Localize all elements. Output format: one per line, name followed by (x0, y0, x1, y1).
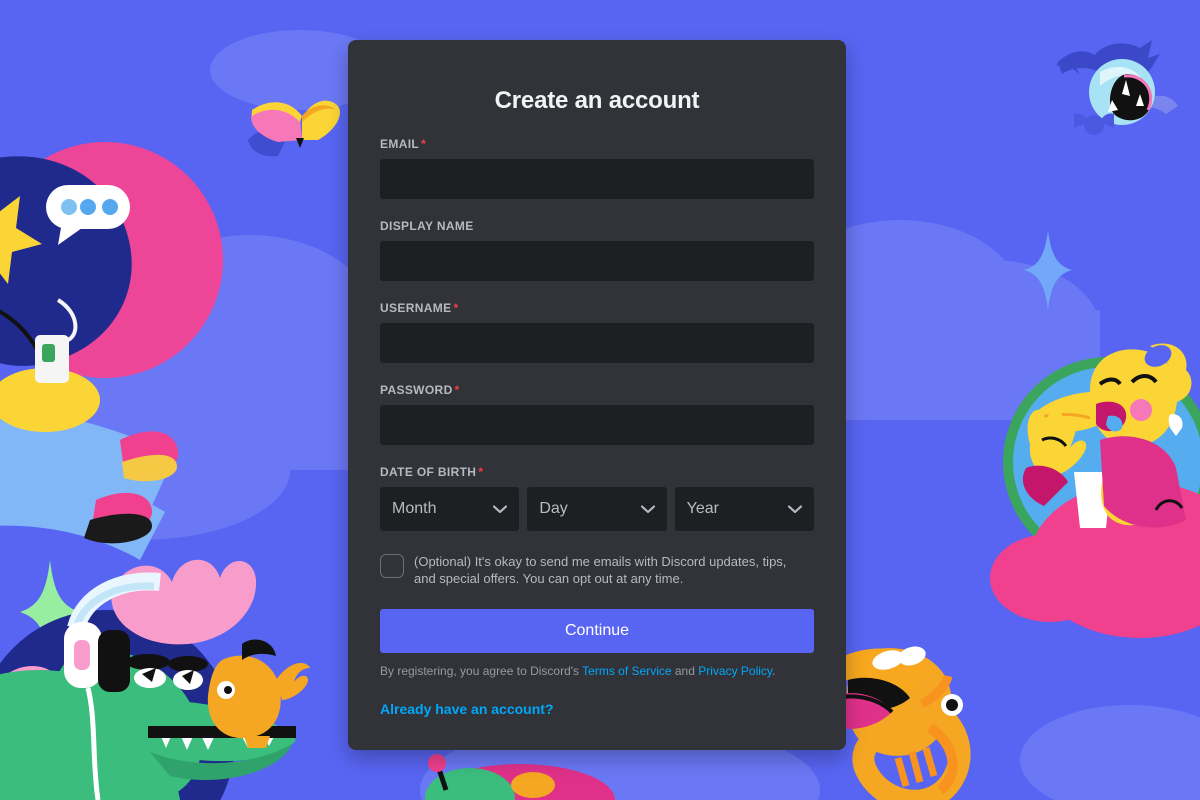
password-field-group: PASSWORD * (380, 383, 814, 445)
date-of-birth-label: DATE OF BIRTH * (380, 465, 814, 479)
chevron-down-icon (787, 504, 802, 513)
display-name-label: DISPLAY NAME (380, 219, 814, 233)
terms-of-service-link[interactable]: Terms of Service (582, 664, 671, 678)
password-input[interactable] (380, 405, 814, 445)
birth-year-select[interactable]: Year (674, 487, 814, 531)
chevron-down-icon (640, 504, 655, 513)
legal-text: By registering, you agree to Discord's T… (380, 663, 814, 679)
legal-conjunction: and (671, 664, 699, 678)
username-field-group: USERNAME * (380, 301, 814, 363)
birth-month-value: Month (392, 500, 437, 517)
required-asterisk: * (478, 465, 484, 479)
required-asterisk: * (453, 301, 459, 315)
username-label: USERNAME * (380, 301, 814, 315)
display-name-field-group: DISPLAY NAME (380, 219, 814, 281)
email-field-group: EMAIL * (380, 137, 814, 199)
username-input[interactable] (380, 323, 814, 363)
required-asterisk: * (421, 137, 427, 151)
email-label: EMAIL * (380, 137, 814, 151)
date-of-birth-field-group: DATE OF BIRTH * Month Day Year (380, 465, 814, 531)
password-label: PASSWORD * (380, 383, 814, 397)
date-of-birth-label-text: DATE OF BIRTH (380, 465, 477, 479)
email-label-text: EMAIL (380, 137, 420, 151)
birth-year-value: Year (686, 500, 719, 517)
email-optin-label: (Optional) It's okay to send me emails w… (414, 554, 787, 586)
privacy-policy-link[interactable]: Privacy Policy (698, 664, 772, 678)
chevron-down-icon (493, 504, 508, 513)
username-label-text: USERNAME (380, 301, 452, 315)
display-name-label-text: DISPLAY NAME (380, 219, 474, 233)
birth-month-select[interactable]: Month (380, 487, 520, 531)
legal-prefix: By registering, you agree to Discord's (380, 664, 583, 678)
birth-day-select[interactable]: Day (527, 487, 667, 531)
email-optin-checkbox[interactable] (380, 554, 404, 578)
password-label-text: PASSWORD (380, 383, 453, 397)
required-asterisk: * (454, 383, 460, 397)
display-name-input[interactable] (380, 241, 814, 281)
page-title: Create an account (494, 87, 700, 114)
birth-day-value: Day (539, 500, 568, 517)
legal-suffix: . (772, 664, 776, 678)
email-input[interactable] (380, 159, 814, 199)
already-have-account-link[interactable]: Already have an account? (380, 701, 554, 717)
continue-button[interactable]: Continue (380, 609, 814, 653)
email-optin-row: (Optional) It's okay to send me emails w… (380, 553, 814, 587)
date-of-birth-row: Month Day Year (380, 487, 814, 531)
register-modal: Create an account EMAIL * DISPLAY NAME US… (348, 40, 846, 750)
